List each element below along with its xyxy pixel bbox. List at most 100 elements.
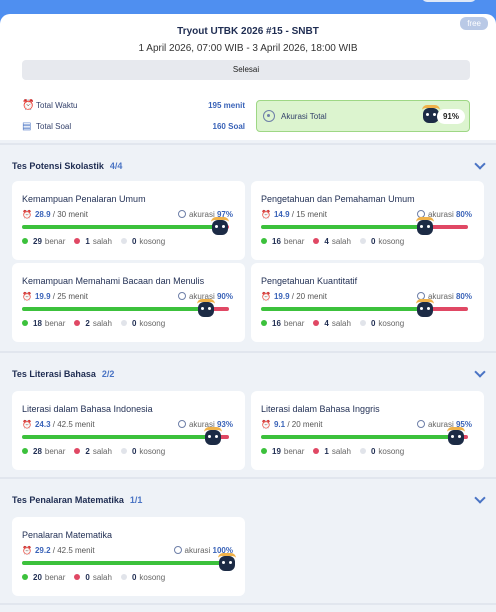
- time-used: 19.9: [34, 292, 51, 301]
- chevron-down-icon[interactable]: [474, 158, 486, 170]
- time-total: / 25 menit: [52, 292, 88, 301]
- section-count: 4/4: [109, 161, 123, 171]
- cat-mascot-icon: [415, 299, 435, 319]
- benar-value: 28: [33, 447, 42, 456]
- kosong-dot: [120, 238, 127, 244]
- benar-bar-segment: [261, 435, 458, 439]
- subtest-time: ⏰ 28.9 / 30 menit: [22, 210, 88, 219]
- benar-dot: [261, 448, 267, 454]
- salah-dot: [74, 448, 81, 454]
- cat-mascot-icon: [217, 553, 237, 573]
- accuracy-progress-bar: [22, 561, 229, 565]
- subtest-card[interactable]: Kemampuan Memahami Bacaan dan Menulis ⏰ 19…: [12, 263, 245, 342]
- salah-dot: [313, 448, 320, 454]
- benar-count: 16 benar: [261, 237, 304, 246]
- kosong-count: 0 kosong: [120, 319, 165, 328]
- salah-label: salah: [331, 319, 351, 328]
- alarm-clock-icon: ⏰: [22, 420, 32, 429]
- section-divider: [0, 351, 496, 353]
- section-title-label: Tes Potensi Skolastik: [12, 161, 104, 171]
- benar-value: 20: [33, 573, 42, 582]
- target-icon: [416, 420, 425, 428]
- section-count: 2/2: [101, 369, 115, 379]
- section-title[interactable]: Tes Potensi Skolastik 4/4: [12, 161, 122, 171]
- kosong-value: 0: [370, 319, 376, 328]
- time-used: 28.9: [34, 210, 51, 219]
- accuracy-progress-bar: [261, 225, 468, 229]
- alarm-clock-icon: ⏰: [261, 292, 271, 301]
- answer-legend: 20 benar 0 salah 0 kosong: [22, 573, 174, 582]
- document-icon: ▤: [22, 121, 32, 132]
- kosong-value: 0: [131, 319, 137, 328]
- top-tab[interactable]: [422, 0, 476, 2]
- salah-value: 1: [85, 237, 90, 246]
- salah-count: 1 salah: [74, 237, 112, 246]
- salah-label: salah: [331, 237, 351, 246]
- target-icon: [177, 210, 186, 218]
- section-title[interactable]: Tes Penalaran Matematika 1/1: [12, 495, 142, 505]
- subtest-time: ⏰ 29.2 / 42.5 menit: [22, 546, 95, 555]
- benar-count: 16 benar: [261, 319, 304, 328]
- subtest-card[interactable]: Pengetahuan Kuantitatif ⏰ 19.9 / 20 menit a…: [251, 263, 484, 342]
- kosong-count: 0 kosong: [359, 237, 405, 246]
- salah-dot: [313, 320, 320, 326]
- benar-bar-segment: [22, 435, 215, 439]
- kosong-value: 0: [131, 237, 137, 246]
- answer-legend: 16 benar 4 salah 0 kosong: [261, 237, 413, 246]
- kosong-value: 0: [370, 237, 376, 246]
- benar-label: benar: [44, 319, 66, 328]
- total-soal-value: 160 Soal: [212, 122, 245, 131]
- section-title-label: Tes Literasi Bahasa: [12, 369, 96, 379]
- kosong-label: kosong: [139, 237, 166, 246]
- alarm-clock-icon: ⏰: [261, 210, 271, 219]
- salah-count: 2 salah: [74, 319, 112, 328]
- benar-value: 18: [33, 319, 42, 328]
- subtest-card[interactable]: Pengetahuan dan Pemahaman Umum ⏰ 14.9 / 15…: [251, 181, 484, 260]
- subtest-card[interactable]: Literasi dalam Bahasa Inggris ⏰ 9.1 / 20 m…: [251, 391, 484, 470]
- target-icon: [177, 292, 186, 300]
- benar-dot: [22, 238, 28, 244]
- subtest-card[interactable]: Penalaran Matematika ⏰ 29.2 / 42.5 menit ak…: [12, 517, 245, 596]
- benar-label: benar: [283, 319, 305, 328]
- cat-mascot-icon: [196, 299, 216, 319]
- kosong-count: 0 kosong: [120, 447, 165, 456]
- salah-value: 0: [85, 573, 90, 582]
- salah-count: 4 salah: [313, 319, 351, 328]
- kosong-dot: [120, 574, 127, 580]
- benar-count: 20 benar: [22, 573, 65, 582]
- kosong-label: kosong: [139, 573, 166, 582]
- kosong-label: kosong: [378, 237, 405, 246]
- kosong-label: kosong: [378, 319, 405, 328]
- subtest-title: Pengetahuan dan Pemahaman Umum: [261, 194, 415, 204]
- salah-label: salah: [92, 573, 112, 582]
- total-waktu-row: ⏰ Total Waktu 195 menit: [22, 98, 245, 116]
- time-used: 9.1: [273, 420, 286, 429]
- time-total: / 30 menit: [52, 210, 88, 219]
- mascot-head: [212, 220, 228, 235]
- alarm-clock-icon: ⏰: [22, 546, 32, 555]
- benar-dot: [22, 574, 28, 580]
- salah-dot: [74, 238, 81, 244]
- subtest-title: Penalaran Matematika: [22, 530, 113, 540]
- subtest-card[interactable]: Kemampuan Penalaran Umum ⏰ 28.9 / 30 menit…: [12, 181, 245, 260]
- benar-dot: [261, 320, 267, 326]
- chevron-down-icon[interactable]: [474, 366, 486, 378]
- time-used: 24.3: [34, 420, 51, 429]
- section-title-label: Tes Penalaran Matematika: [12, 495, 124, 505]
- salah-dot: [313, 238, 320, 244]
- time-total: / 42.5 menit: [52, 546, 95, 555]
- time-total: / 20 menit: [291, 292, 327, 301]
- section-title[interactable]: Tes Literasi Bahasa 2/2: [12, 369, 114, 379]
- status-badge: Selesai: [22, 60, 470, 80]
- salah-count: 4 salah: [313, 237, 351, 246]
- subtest-card[interactable]: Literasi dalam Bahasa Indonesia ⏰ 24.3 / 4…: [12, 391, 245, 470]
- total-waktu-value: 195 menit: [208, 101, 245, 110]
- salah-value: 4: [324, 237, 329, 246]
- benar-value: 16: [272, 319, 281, 328]
- benar-bar-segment: [261, 225, 427, 229]
- time-used: 29.2: [34, 546, 51, 555]
- benar-label: benar: [44, 237, 66, 246]
- benar-dot: [261, 238, 267, 244]
- chevron-down-icon[interactable]: [474, 492, 486, 504]
- accuracy-value: 80%: [455, 210, 472, 219]
